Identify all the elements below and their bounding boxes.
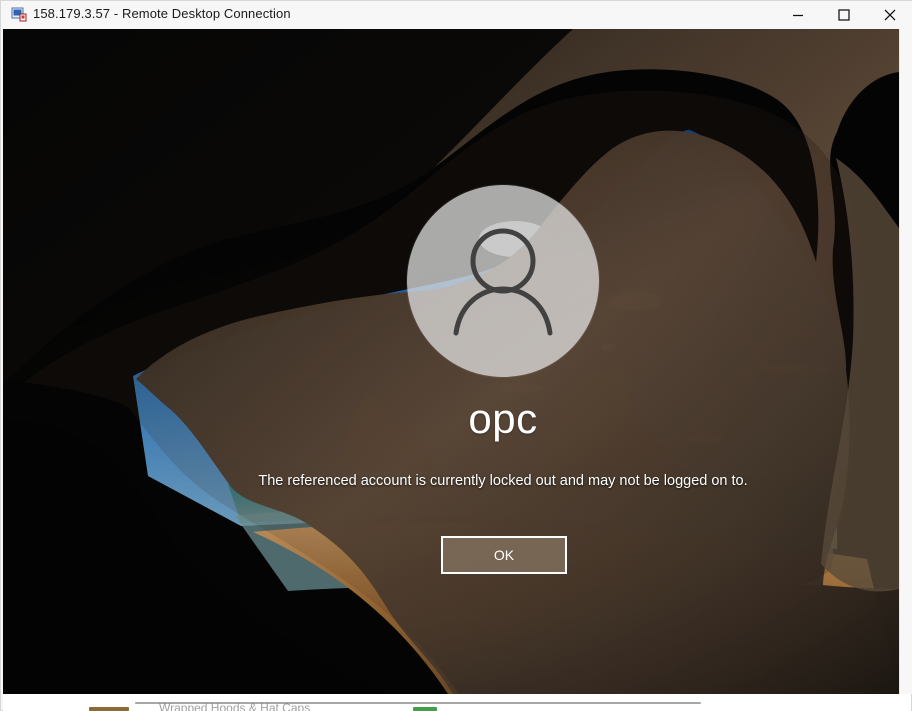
maximize-icon xyxy=(838,9,850,21)
remote-desktop-window: 158.179.3.57 - Remote Desktop Connection xyxy=(0,0,912,711)
account-locked-message: The referenced account is currently lock… xyxy=(258,473,748,489)
minimize-icon xyxy=(793,14,803,17)
background-green-mark xyxy=(413,707,437,711)
minimize-button[interactable] xyxy=(775,1,821,29)
window-title: 158.179.3.57 - Remote Desktop Connection xyxy=(33,6,291,21)
window-titlebar[interactable]: 158.179.3.57 - Remote Desktop Connection xyxy=(1,1,912,29)
close-button[interactable] xyxy=(867,1,912,29)
close-icon xyxy=(884,9,896,21)
ok-button[interactable]: OK xyxy=(441,536,567,574)
vertical-scrollbar[interactable] xyxy=(899,29,912,694)
remote-desktop-icon xyxy=(11,7,27,22)
background-window-text: Wrapped Hoods & Hat Caps xyxy=(159,701,311,711)
window-controls xyxy=(775,1,912,29)
remote-session-viewport[interactable]: opc The referenced account is currently … xyxy=(3,29,899,694)
background-brown-mark xyxy=(89,707,129,711)
username: opc xyxy=(468,395,538,442)
maximize-button[interactable] xyxy=(821,1,867,29)
host-window-bottom-strip: Wrapped Hoods & Hat Caps xyxy=(3,694,911,711)
user-avatar xyxy=(407,185,599,377)
user-avatar-icon xyxy=(453,228,553,336)
